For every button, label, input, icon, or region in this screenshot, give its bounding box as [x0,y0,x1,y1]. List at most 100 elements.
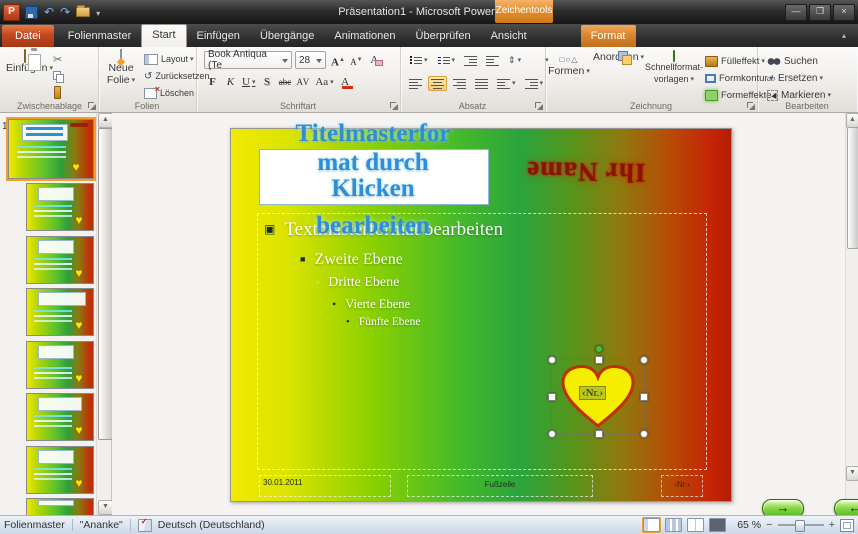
tab-datei[interactable]: Datei [2,25,54,47]
thumbnail-scrollbar[interactable]: ▲ ▼ [96,113,111,515]
strikethrough-button[interactable]: abc [277,73,292,91]
character-spacing-button[interactable]: AV [295,73,311,91]
numbering-button[interactable] [434,53,459,68]
scrollbar-thumb[interactable] [98,128,113,440]
selection-handle[interactable] [548,393,556,401]
underline-button[interactable]: U [241,73,256,91]
zoom-level[interactable]: 65 % [737,519,761,531]
normal-view-icon[interactable] [643,518,660,532]
tab-format[interactable]: Format [581,25,636,47]
qat-customize-caret-icon[interactable] [96,3,100,21]
slidenumber-placeholder[interactable]: ‹Nr.› [661,475,703,497]
selection-handle[interactable] [640,393,648,401]
tab-start[interactable]: Start [141,24,186,47]
fit-to-window-icon[interactable] [840,519,854,532]
zoom-in-button[interactable]: + [829,520,835,530]
thumbnail-layout[interactable] [26,498,94,516]
align-left-button[interactable] [406,76,425,91]
quick-styles-button[interactable]: Schnellformat- vorlagen [645,51,703,86]
bold-button[interactable]: F [205,73,220,91]
scroll-down-icon[interactable]: ▼ [98,500,113,515]
cut-button[interactable] [53,51,62,67]
tab-ansicht[interactable]: Ansicht [481,25,537,47]
selection-handle[interactable] [595,356,603,364]
shape-fill-button[interactable]: Fülleffekt [705,53,765,69]
nav-forward-button[interactable]: → [762,499,804,515]
thumbnail-layout[interactable]: ♥ [26,183,94,231]
drawing-dialog-launcher-icon[interactable] [746,101,755,110]
font-name-combo[interactable]: Book Antiqua (Te [204,51,292,69]
bullets-button[interactable] [406,53,431,68]
tab-uebergaenge[interactable]: Übergänge [250,25,324,47]
save-icon[interactable] [25,6,38,19]
maximize-button[interactable]: ❐ [809,4,831,21]
nav-back-button[interactable]: ← [834,499,858,515]
decrease-indent-button[interactable] [461,53,480,68]
font-size-combo[interactable]: 28 [295,51,326,69]
replace-button[interactable]: abErsetzen [767,70,823,86]
redo-icon[interactable] [60,3,70,21]
selection-handle[interactable] [595,430,603,438]
find-button[interactable]: Suchen [767,53,818,69]
copy-button[interactable] [53,68,63,84]
grow-font-button[interactable]: A▲ [330,51,346,69]
tab-folienmaster[interactable]: Folienmaster [58,25,142,47]
thumbnail-layout[interactable]: ♥ [26,446,94,494]
justify-button[interactable] [472,76,491,91]
thumbnail-master[interactable]: ♥ [8,119,94,179]
clipboard-dialog-launcher-icon[interactable] [87,101,96,110]
shrink-font-button[interactable]: A▼ [349,51,364,69]
change-case-button[interactable]: Aa [314,73,334,91]
font-color-button[interactable]: A [338,73,353,91]
font-dialog-launcher-icon[interactable] [389,101,398,110]
shapes-button[interactable]: Formen [547,53,591,78]
thumbnail-layout[interactable]: ♥ [26,288,94,336]
tab-einfuegen[interactable]: Einfügen [187,25,250,47]
arrange-button[interactable]: Anordnen [593,51,643,64]
align-text-button[interactable] [522,76,547,91]
format-painter-button[interactable] [54,84,61,100]
footer-placeholder[interactable]: Fußzeile [407,475,593,497]
heart-shape-selected[interactable]: ‹Nr.› [551,359,645,435]
slide-canvas[interactable]: Titelmasterfor mat durch Klicken bearbei… [230,128,732,502]
open-icon[interactable] [76,7,90,17]
selection-handle[interactable] [640,356,648,364]
scroll-down-icon[interactable]: ▼ [846,466,858,481]
slide-sorter-view-icon[interactable] [665,518,682,532]
selection-handle[interactable] [548,430,556,438]
align-center-button[interactable] [428,76,447,91]
scroll-up-icon[interactable]: ▲ [846,113,858,128]
thumbnail-layout[interactable]: ♥ [26,236,94,284]
thumbnail-layout[interactable]: ♥ [26,341,94,389]
paste-button[interactable]: Einfügen [6,50,44,75]
new-slide-button[interactable]: Neue Folie [101,50,141,87]
powerpoint-app-icon[interactable]: P [3,4,20,21]
language-label[interactable]: Deutsch (Deutschland) [158,519,265,531]
scroll-up-icon[interactable]: ▲ [98,113,113,128]
layout-button[interactable]: Layout [144,51,194,67]
paragraph-dialog-launcher-icon[interactable] [534,101,543,110]
ribbon-collapse-icon[interactable] [842,31,846,40]
thumbnail-layout[interactable]: ♥ [26,393,94,441]
delete-button[interactable]: Löschen [144,85,194,101]
minimize-button[interactable]: — [785,4,807,21]
line-spacing-button[interactable] [505,53,524,68]
close-button[interactable]: × [833,4,855,21]
text-shadow-button[interactable]: S [259,73,274,91]
increase-indent-button[interactable] [483,53,502,68]
date-placeholder[interactable]: 30.01.2011 [259,475,391,497]
name-wordart[interactable]: Ihr Name [523,134,650,188]
zoom-slider[interactable] [778,524,824,526]
slideshow-view-icon[interactable] [709,518,726,532]
align-right-button[interactable] [450,76,469,91]
undo-icon[interactable] [44,3,54,21]
selection-handle[interactable] [548,356,556,364]
reading-view-icon[interactable] [687,518,704,532]
editor-scrollbar[interactable]: ▲ ▼ [845,113,858,515]
clear-formatting-button[interactable]: A [367,51,382,69]
selection-handle[interactable] [640,430,648,438]
columns-button[interactable] [494,76,519,91]
zoom-slider-thumb[interactable] [795,520,805,532]
italic-button[interactable]: K [223,73,238,91]
zoom-out-button[interactable]: − [766,520,772,530]
